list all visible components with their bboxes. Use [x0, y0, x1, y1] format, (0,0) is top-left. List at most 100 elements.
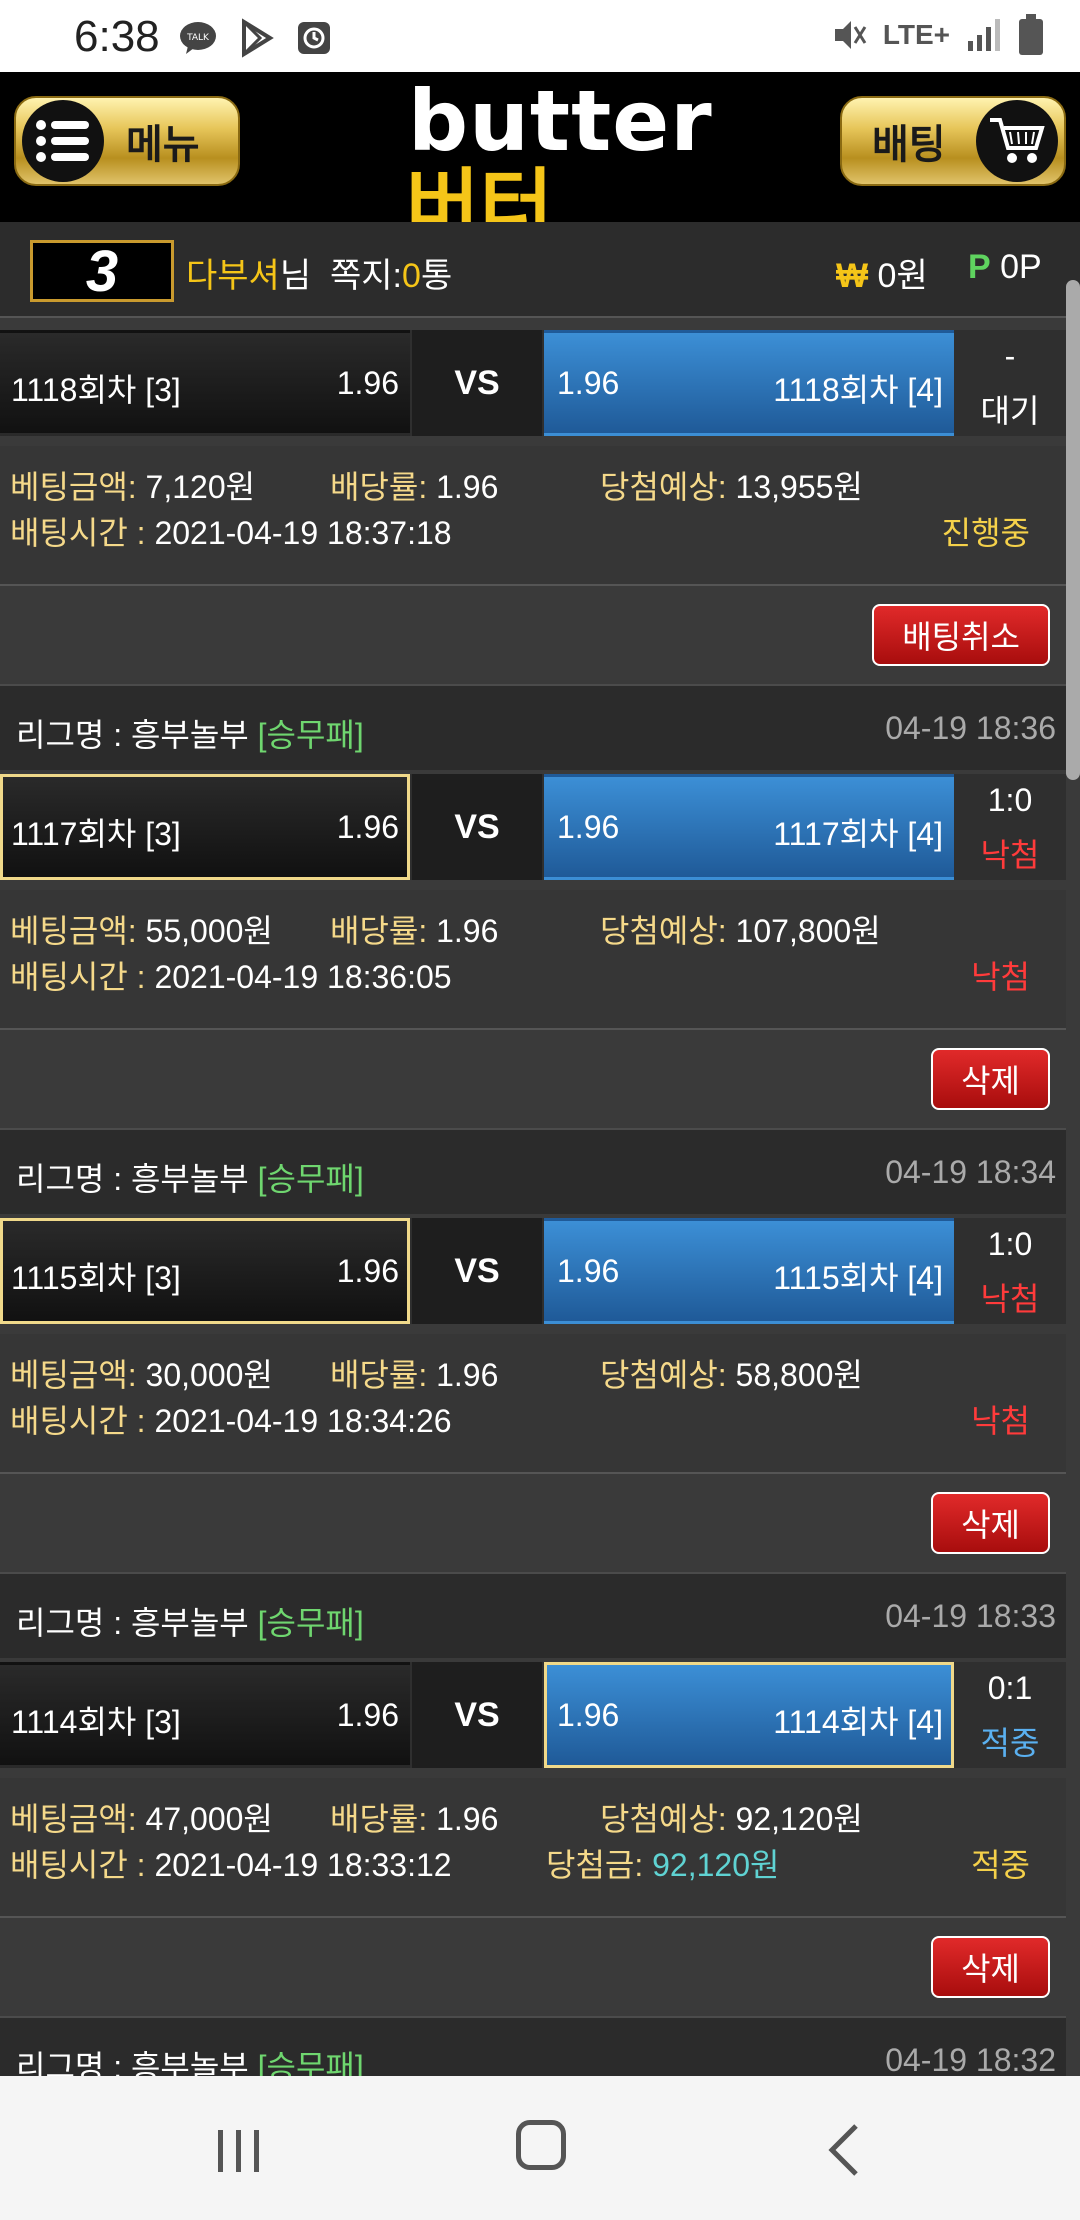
username[interactable]: 다부셔님	[186, 248, 311, 297]
home-team-name: 1114회차 [3]	[11, 1704, 181, 1740]
expected-win: 당첨예상: 58,800원	[600, 1350, 863, 1396]
bet-odds-label: 배당률:	[330, 469, 428, 505]
home-icon[interactable]	[516, 2120, 566, 2170]
league-header: 리그명 : 흥부놀부 [승무패] 04-19 18:36	[0, 684, 1066, 770]
user-info-bar: 3 다부셔님 쪽지:0통 ₩ 0원 P 0P	[0, 222, 1080, 318]
home-team-option[interactable]: 1115회차 [3] 1.96	[0, 1218, 410, 1324]
league-time: 04-19 18:33	[885, 1598, 1056, 1634]
lte-indicator: LTE+	[882, 19, 950, 50]
expected-win-label: 당첨예상:	[600, 1801, 727, 1837]
bet-amount-label: 베팅금액:	[10, 1801, 137, 1837]
match-row: 1118회차 [3] 1.96 VS 1.96 1118회차 [4] - 대기	[0, 330, 1066, 436]
away-team-option[interactable]: 1.96 1114회차 [4]	[544, 1662, 954, 1768]
away-team-name: 1118회차 [4]	[773, 372, 943, 408]
message-label: 쪽지:	[330, 257, 403, 295]
league-tag: [승무패]	[257, 717, 364, 753]
betting-cart-button[interactable]: 배팅	[840, 96, 1066, 186]
score: 1:0	[987, 782, 1033, 818]
bet-time-value: 2021-04-19 18:33:12	[154, 1847, 452, 1883]
clock-app-icon	[298, 22, 330, 54]
away-team-name: 1114회차 [4]	[773, 1704, 943, 1740]
level-number: 3	[85, 238, 119, 304]
delete-button[interactable]: 삭제	[931, 1936, 1050, 1998]
home-team-name: 1115회차 [3]	[11, 1260, 181, 1296]
result-status: 대기	[980, 393, 1040, 429]
league-name: 리그명 : 흥부놀부 [승무패]	[16, 710, 364, 756]
delete-button[interactable]: 삭제	[931, 1492, 1050, 1554]
bet-odds-value: 1.96	[436, 1801, 499, 1837]
bet-amount: 베팅금액: 7,120원	[10, 462, 255, 508]
bet-amount-label: 베팅금액:	[10, 1357, 137, 1393]
expected-win: 당첨예상: 13,955원	[600, 462, 863, 508]
app-header: 메뉴 butter 버터 배팅	[0, 72, 1080, 253]
level-badge: 3	[30, 238, 174, 304]
home-odd: 1.96	[336, 1253, 399, 1289]
bet-amount: 베팅금액: 47,000원	[10, 1794, 273, 1840]
bet-time-label: 배팅시간 :	[10, 1847, 146, 1883]
bet-odds: 배당률: 1.96	[330, 462, 498, 508]
league-label: 리그명 : 흥부놀부	[16, 717, 249, 753]
league-name: 리그명 : 흥부놀부 [승무패]	[16, 1598, 364, 1644]
away-team-option[interactable]: 1.96 1117회차 [4]	[544, 774, 954, 880]
vs-label: VS	[412, 1662, 542, 1768]
expected-win-value: 92,120원	[735, 1801, 863, 1837]
away-team-option[interactable]: 1.96 1115회차 [4]	[544, 1218, 954, 1324]
scrollbar[interactable]	[1066, 280, 1080, 780]
league-tag: [승무패]	[257, 1161, 364, 1197]
bet-odds-value: 1.96	[436, 913, 499, 949]
bet-odds: 배당률: 1.96	[330, 906, 498, 952]
result-cell: 1:0 낙첨	[954, 774, 1066, 880]
menu-button[interactable]: 메뉴	[14, 96, 240, 186]
win-amount-label: 당첨금:	[546, 1847, 644, 1883]
away-odd: 1.96	[557, 1253, 620, 1289]
cancel-bet-button[interactable]: 배팅취소	[872, 604, 1050, 666]
battery-icon	[1019, 14, 1043, 55]
league-name: 리그명 : 흥부놀부 [승무패]	[16, 1154, 364, 1200]
menu-icon	[22, 100, 104, 182]
match-row: 1114회차 [3] 1.96 VS 1.96 1114회차 [4] 0:1 적중	[0, 1662, 1066, 1768]
bet-details: 베팅금액: 30,000원 배당률: 1.96 당첨예상: 58,800원 배팅…	[0, 1334, 1066, 1474]
bet-time: 배팅시간 : 2021-04-19 18:36:05	[10, 952, 452, 998]
win-amount-value: 92,120원	[652, 1847, 780, 1883]
home-team-option[interactable]: 1117회차 [3] 1.96	[0, 774, 410, 880]
bet-status: 낙첨	[971, 959, 1030, 995]
system-nav-bar	[0, 2076, 1080, 2220]
bet-odds-value: 1.96	[436, 469, 499, 505]
bet-odds-value: 1.96	[436, 1357, 499, 1393]
result-cell: - 대기	[954, 330, 1066, 436]
point-icon: P	[968, 248, 991, 286]
bet-odds-label: 배당률:	[330, 913, 428, 949]
away-team-name: 1117회차 [4]	[773, 816, 943, 852]
home-team-option[interactable]: 1118회차 [3] 1.96	[0, 330, 410, 436]
username-value: 다부셔	[186, 257, 280, 295]
away-team-option[interactable]: 1.96 1118회차 [4]	[544, 330, 954, 436]
away-odd: 1.96	[557, 365, 620, 401]
talk-icon: TALK	[180, 22, 216, 54]
vs-label: VS	[412, 330, 542, 436]
back-icon[interactable]	[826, 2122, 862, 2178]
bet-amount-value: 55,000원	[145, 913, 273, 949]
home-odd: 1.96	[336, 809, 399, 845]
home-odd: 1.96	[336, 1697, 399, 1733]
message-count[interactable]: 쪽지:0통	[330, 248, 452, 297]
bet-odds: 배당률: 1.96	[330, 1794, 498, 1840]
svg-text:TALK: TALK	[186, 33, 210, 43]
home-team-option[interactable]: 1114회차 [3] 1.96	[0, 1662, 410, 1768]
recent-apps-icon[interactable]	[214, 2126, 264, 2176]
bet-time: 배팅시간 : 2021-04-19 18:37:18	[10, 508, 452, 554]
balance-value: 0원	[877, 257, 928, 295]
away-odd: 1.96	[557, 809, 620, 845]
username-suffix: 님	[279, 257, 312, 295]
bet-time-value: 2021-04-19 18:34:26	[154, 1403, 452, 1439]
home-team-name: 1118회차 [3]	[11, 372, 181, 408]
match-row: 1115회차 [3] 1.96 VS 1.96 1115회차 [4] 1:0 낙첨	[0, 1218, 1066, 1324]
delete-button[interactable]: 삭제	[931, 1048, 1050, 1110]
bet-time-label: 배팅시간 :	[10, 959, 146, 995]
bet-amount-label: 베팅금액:	[10, 469, 137, 505]
league-time: 04-19 18:34	[885, 1154, 1056, 1190]
butter-logo[interactable]: butter 버터	[400, 72, 712, 253]
expected-win-value: 13,955원	[735, 469, 863, 505]
home-team-name: 1117회차 [3]	[11, 816, 181, 852]
expected-win-value: 58,800원	[735, 1357, 863, 1393]
league-header: 리그명 : 흥부놀부 [승무패] 04-19 18:33	[0, 1572, 1066, 1658]
